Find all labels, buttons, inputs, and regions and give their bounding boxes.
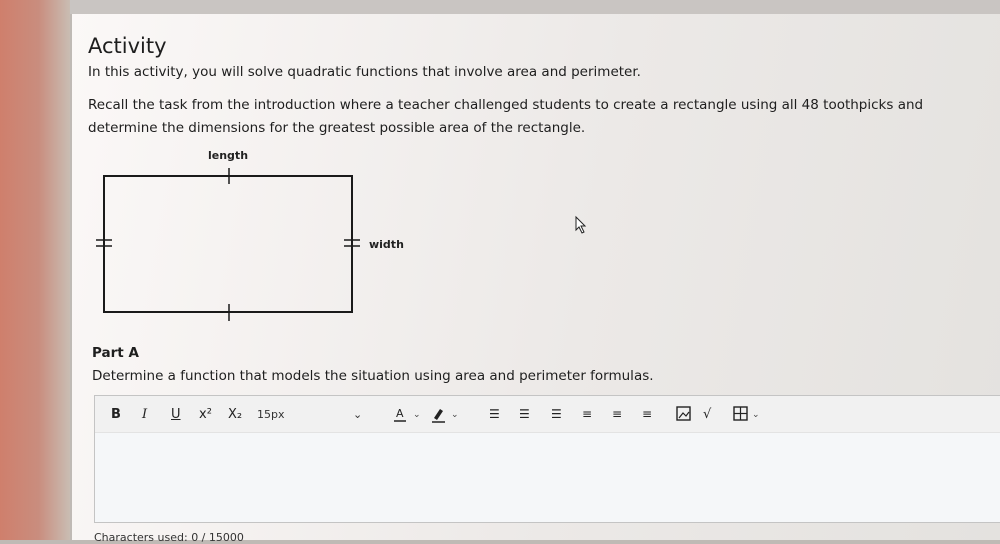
answer-editor[interactable]: B I U x² X₂ 15px ⌄ A ⌄ ⌄ ☰ ☰ ☰ ≡ ≡ ≡ √ ⌄ <box>94 395 1000 523</box>
svg-text:A: A <box>396 407 404 420</box>
superscript-button[interactable]: x² <box>199 407 212 422</box>
math-equation-icon[interactable]: √ <box>703 407 711 422</box>
chevron-down-icon[interactable]: ⌄ <box>413 410 421 420</box>
align-left-icon[interactable]: ≡ <box>582 407 592 421</box>
rectangle-shape <box>103 175 353 313</box>
numbered-list-icon[interactable]: ☰ <box>519 407 530 421</box>
editor-toolbar: B I U x² X₂ 15px ⌄ A ⌄ ⌄ ☰ ☰ ☰ ≡ ≡ ≡ √ ⌄ <box>95 396 1000 433</box>
subscript-button[interactable]: X₂ <box>228 407 242 422</box>
part-a-heading: Part A <box>92 345 139 361</box>
chevron-down-icon: ⌄ <box>353 408 363 421</box>
insert-table-icon[interactable] <box>733 406 749 422</box>
top-edge-band <box>70 0 1000 14</box>
bulleted-list-icon[interactable]: ☰ <box>489 407 500 421</box>
width-label: width <box>369 238 404 251</box>
activity-card: Activity In this activity, you will solv… <box>72 14 1000 544</box>
length-label: length <box>208 149 249 162</box>
character-counter: Characters used: 0 / 15000 <box>94 531 244 544</box>
italic-button[interactable]: I <box>142 407 147 422</box>
chevron-down-icon[interactable]: ⌄ <box>752 410 760 420</box>
mouse-cursor-icon <box>575 215 587 234</box>
font-size-select[interactable]: 15px ⌄ <box>257 408 377 421</box>
left-edge-band <box>0 0 70 540</box>
part-a-prompt: Determine a function that models the sit… <box>92 368 654 384</box>
rectangle-diagram <box>96 168 587 321</box>
highlight-color-icon[interactable] <box>429 406 449 424</box>
indent-icon[interactable]: ☰ <box>551 407 562 421</box>
bold-button[interactable]: B <box>111 407 121 422</box>
insert-image-icon[interactable] <box>676 406 692 422</box>
font-size-value: 15px <box>257 408 285 421</box>
text-color-icon[interactable]: A <box>391 406 411 424</box>
chevron-down-icon[interactable]: ⌄ <box>451 410 459 420</box>
editor-text-area[interactable] <box>105 440 985 510</box>
align-right-icon[interactable]: ≡ <box>642 407 652 421</box>
underline-button[interactable]: U <box>171 407 181 422</box>
align-center-icon[interactable]: ≡ <box>612 407 622 421</box>
